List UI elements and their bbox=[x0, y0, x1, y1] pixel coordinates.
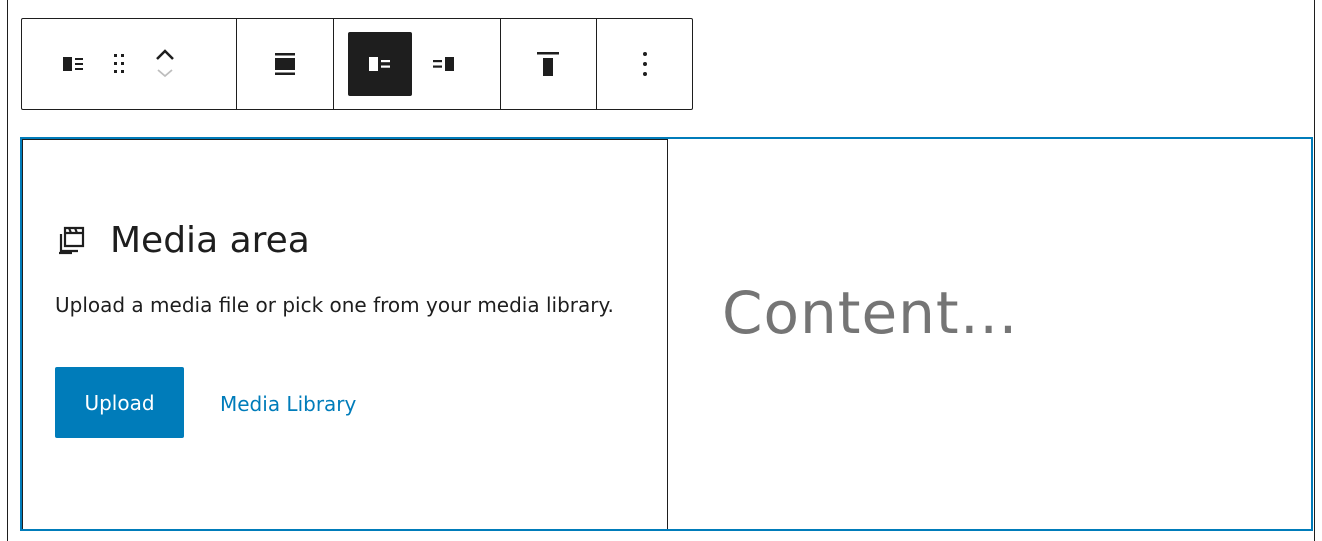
move-down-button[interactable] bbox=[155, 67, 175, 79]
editor-frame-right-edge bbox=[1314, 0, 1315, 541]
media-placeholder-description: Upload a media file or pick one from you… bbox=[55, 293, 614, 317]
chevron-up-icon bbox=[156, 49, 174, 60]
drag-handle-button[interactable] bbox=[96, 32, 142, 96]
block-type-button[interactable] bbox=[50, 32, 96, 96]
options-button[interactable] bbox=[613, 32, 677, 96]
toolbar-group-media-position bbox=[333, 19, 500, 109]
media-left-button[interactable] bbox=[348, 32, 413, 96]
media-placeholder-header: Media area bbox=[56, 220, 310, 261]
align-button[interactable] bbox=[253, 32, 317, 96]
chevron-down-icon bbox=[157, 69, 173, 78]
media-right-icon bbox=[433, 57, 455, 71]
media-left-icon bbox=[369, 57, 391, 71]
align-top-icon bbox=[537, 52, 560, 76]
block-mover bbox=[142, 32, 188, 96]
toolbar-group-parent bbox=[22, 19, 236, 109]
media-placeholder: Media area Upload a media file or pick o… bbox=[22, 139, 668, 529]
editor-frame-left-edge bbox=[7, 0, 8, 541]
media-library-button[interactable]: Media Library bbox=[220, 392, 356, 416]
media-icon bbox=[59, 226, 85, 254]
upload-button[interactable]: Upload bbox=[55, 367, 184, 438]
move-up-button[interactable] bbox=[155, 49, 175, 61]
media-text-icon bbox=[63, 57, 83, 71]
vertical-align-button[interactable] bbox=[516, 32, 580, 96]
media-text-block[interactable]: Media area Upload a media file or pick o… bbox=[20, 137, 1313, 531]
content-placeholder[interactable]: Content… bbox=[722, 279, 1019, 347]
align-wide-icon bbox=[275, 53, 296, 75]
media-placeholder-title: Media area bbox=[110, 220, 310, 261]
media-right-button[interactable] bbox=[412, 32, 476, 96]
toolbar-group-vertical-align bbox=[499, 19, 597, 109]
toolbar-group-align bbox=[236, 19, 333, 109]
drag-handle-icon bbox=[114, 54, 124, 73]
toolbar-group-options bbox=[596, 19, 692, 109]
more-vertical-icon bbox=[642, 52, 647, 76]
block-toolbar bbox=[21, 18, 693, 110]
